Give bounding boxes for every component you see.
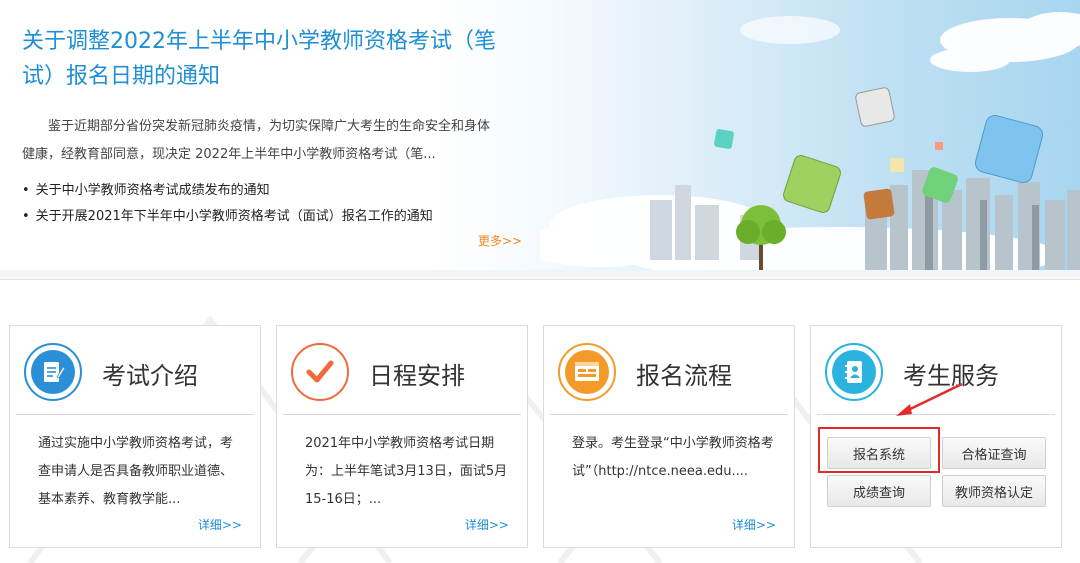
news-item[interactable]: • 关于开展2021年下半年中小学教师资格考试（面试）报名工作的通知 xyxy=(22,204,433,230)
highlight-box xyxy=(818,427,940,473)
card-description: 登录。考生登录“中小学教师资格考试”（http://ntce.neea.edu.… xyxy=(572,436,774,479)
card-header: 考试介绍 xyxy=(10,326,260,414)
city-illustration xyxy=(540,12,1080,280)
card-title: 日程安排 xyxy=(369,362,465,390)
checkmark-icon xyxy=(298,350,342,394)
card-icon-ring xyxy=(291,343,349,401)
news-item-label: 关于开展2021年下半年中小学教师资格考试（面试）报名工作的通知 xyxy=(35,209,433,224)
detail-link[interactable]: 详细>> xyxy=(732,516,776,533)
contact-book-icon xyxy=(832,350,876,394)
card-header: 报名流程 xyxy=(544,326,794,414)
red-arrow-icon xyxy=(896,382,963,416)
news-summary: 鉴于近期部分省份突发新冠肺炎疫情，为切实保障广大考生的生命安全和身体健康，经教育… xyxy=(22,119,491,162)
card-schedule: 日程安排 2021年中小学教师资格考试日期为：上半年笔试3月13日，面试5月15… xyxy=(276,325,528,548)
bullet-icon: • xyxy=(22,209,30,224)
news-list: • 关于中小学教师资格考试成绩发布的通知 • 关于开展2021年下半年中小学教师资格… xyxy=(22,178,433,230)
news-banner: 关于调整2022年上半年中小学教师资格考试（笔试）报名日期的通知 鉴于近期部分省… xyxy=(0,0,1080,280)
card-icon-ring xyxy=(558,343,616,401)
detail-link[interactable]: 详细>> xyxy=(465,516,509,533)
card-description: 2021年中小学教师资格考试日期为：上半年笔试3月13日，面试5月15-16日；… xyxy=(305,436,508,507)
card-icon-ring xyxy=(825,343,883,401)
detail-link[interactable]: 详细>> xyxy=(198,516,242,533)
card-registration-process: 报名流程 登录。考生登录“中小学教师资格考试”（http://ntce.neea… xyxy=(543,325,795,548)
news-item[interactable]: • 关于中小学教师资格考试成绩发布的通知 xyxy=(22,178,433,204)
more-link[interactable]: 更多>> xyxy=(478,232,522,249)
card-divider xyxy=(550,414,788,415)
headline-link[interactable]: 关于调整2022年上半年中小学教师资格考试（笔试）报名日期的通知 xyxy=(22,24,502,94)
card-divider xyxy=(283,414,521,415)
bullet-icon: • xyxy=(22,183,30,198)
card-title: 考试介绍 xyxy=(102,362,198,390)
score-query-button[interactable]: 成绩查询 xyxy=(827,475,931,507)
browser-form-icon xyxy=(565,350,609,394)
banner-divider xyxy=(0,270,1080,280)
card-header: 日程安排 xyxy=(277,326,527,414)
certificate-query-button[interactable]: 合格证查询 xyxy=(942,437,1046,469)
card-icon-ring xyxy=(24,343,82,401)
card-exam-intro: 考试介绍 通过实施中小学教师资格考试，考查申请人是否具备教师职业道德、基本素养、… xyxy=(9,325,261,548)
card-divider xyxy=(16,414,254,415)
news-item-label: 关于中小学教师资格考试成绩发布的通知 xyxy=(35,183,270,198)
card-title: 报名流程 xyxy=(636,362,732,390)
teacher-qualification-button[interactable]: 教师资格认定 xyxy=(942,475,1046,507)
document-edit-icon xyxy=(31,350,75,394)
card-description: 通过实施中小学教师资格考试，考查申请人是否具备教师职业道德、基本素养、教育教学能… xyxy=(38,436,234,507)
